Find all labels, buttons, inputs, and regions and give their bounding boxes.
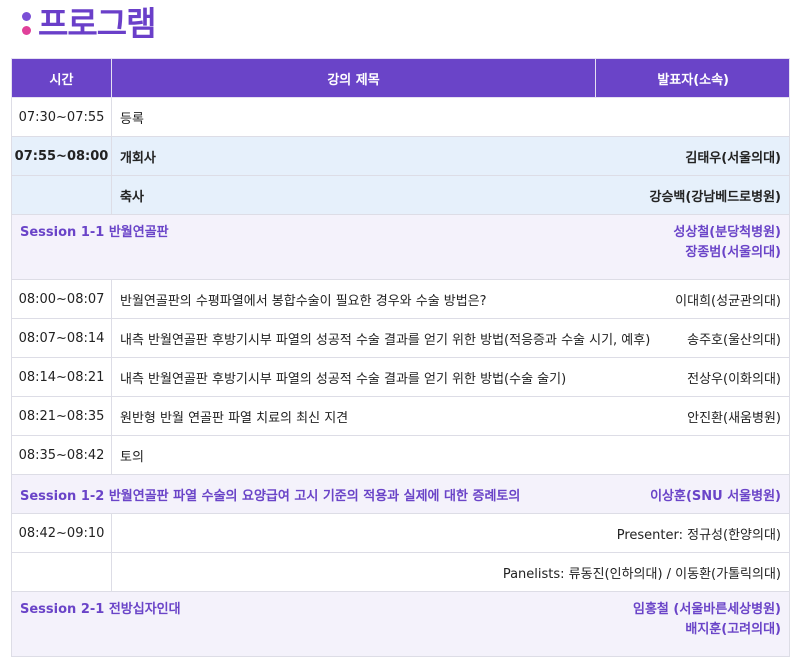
lecture-cell: 내측 반월연골판 후방기시부 파열의 성공적 수술 결과를 얻기 위한 방법(적… xyxy=(111,318,790,358)
table-row: 축사 강승백(강남베드로병원) xyxy=(11,175,790,215)
table-header-row: 시간 강의 제목 발표자(소속) xyxy=(11,58,790,98)
session-row: Session 1-1 반월연골판 성상철(분당척병원) 장종범(서울의대) xyxy=(11,214,790,280)
lecture-title: 내측 반월연골판 후방기시부 파열의 성공적 수술 결과를 얻기 위한 방법(적… xyxy=(120,332,651,348)
time-cell: 08:00~08:07 xyxy=(11,279,112,319)
table-row: 08:42~09:10 Presenter: 정규성(한양의대) xyxy=(11,513,790,553)
lecture-cell: 토의 xyxy=(111,435,790,475)
chair-name: 성상철(분당척병원) xyxy=(673,225,781,240)
table-row: 08:21~08:35 원반형 반월 연골판 파열 치료의 최신 지견 안진환(… xyxy=(11,396,790,436)
page-title: 프로그램 xyxy=(38,4,156,43)
speaker-name: 전상우(이화의대) xyxy=(687,371,781,387)
session-cell: Session 2-1 전방십자인대 임홍철 (서울바른세상병원) 배지훈(고려… xyxy=(11,591,790,657)
purple-dot-icon xyxy=(22,12,31,21)
time-cell: 08:42~09:10 xyxy=(11,513,112,553)
lecture-cell: 반월연골판의 수평파열에서 봉합수술이 필요한 경우와 수술 방법은? 이대희(… xyxy=(111,279,790,319)
table-row: 08:00~08:07 반월연골판의 수평파열에서 봉합수술이 필요한 경우와 … xyxy=(11,279,790,319)
header-time: 시간 xyxy=(11,58,112,98)
chair-name: 배지훈(고려의대) xyxy=(685,622,781,637)
session-chairs: 성상철(분당척병원) 장종범(서울의대) xyxy=(665,223,781,263)
speaker-name: 김태우(서울의대) xyxy=(685,150,781,166)
time-cell xyxy=(11,175,112,215)
header-speaker: 발표자(소속) xyxy=(595,58,790,98)
time-cell: 08:21~08:35 xyxy=(11,396,112,436)
lecture-cell: 축사 강승백(강남베드로병원) xyxy=(111,175,790,215)
lecture-cell: 등록 xyxy=(111,97,790,137)
chair-name: 장종범(서울의대) xyxy=(685,245,781,260)
session-title: Session 1-1 반월연골판 xyxy=(20,225,169,240)
time-cell: 08:07~08:14 xyxy=(11,318,112,358)
table-row: 08:35~08:42 토의 xyxy=(11,435,790,475)
session-title: Session 2-1 전방십자인대 xyxy=(20,602,181,617)
speaker-name: 강승백(강남베드로병원) xyxy=(649,189,781,205)
time-cell: 08:35~08:42 xyxy=(11,435,112,475)
session-title: Session 1-2 반월연골판 파열 수술의 요양급여 고시 기준의 적용과… xyxy=(20,488,521,504)
lecture-title: 축사 xyxy=(120,189,144,205)
page-heading: 프로그램 xyxy=(0,0,800,58)
header-lecture: 강의 제목 xyxy=(111,58,596,98)
time-cell: 08:14~08:21 xyxy=(11,357,112,397)
program-table: 시간 강의 제목 발표자(소속) 07:30~07:55 등록 07:55~08… xyxy=(11,58,790,657)
session-cell: Session 1-2 반월연골판 파열 수술의 요양급여 고시 기준의 적용과… xyxy=(11,474,790,514)
lecture-cell: 내측 반월연골판 후방기시부 파열의 성공적 수술 결과를 얻기 위한 방법(수… xyxy=(111,357,790,397)
time-cell xyxy=(11,552,112,592)
lecture-title: 등록 xyxy=(120,111,144,127)
lecture-title: 내측 반월연골판 후방기시부 파열의 성공적 수술 결과를 얻기 위한 방법(수… xyxy=(120,371,567,387)
lecture-cell: 개회사 김태우(서울의대) xyxy=(111,136,790,176)
lecture-title: 반월연골판의 수평파열에서 봉합수술이 필요한 경우와 수술 방법은? xyxy=(120,293,487,309)
bullet-dots-icon xyxy=(20,12,34,42)
session-row: Session 1-2 반월연골판 파열 수술의 요양급여 고시 기준의 적용과… xyxy=(11,474,790,514)
speaker-cell: Panelists: 류동진(인하의대) / 이동환(가톨릭의대) xyxy=(111,552,790,592)
pink-dot-icon xyxy=(22,26,31,35)
table-row: 07:55~08:00 개회사 김태우(서울의대) xyxy=(11,136,790,176)
table-row: Panelists: 류동진(인하의대) / 이동환(가톨릭의대) xyxy=(11,552,790,592)
lecture-title: 원반형 반월 연골판 파열 치료의 최신 지견 xyxy=(120,410,349,426)
table-row: 07:30~07:55 등록 xyxy=(11,97,790,137)
chair-name: 임홍철 (서울바른세상병원) xyxy=(633,602,781,617)
speaker-name: 안진환(새움병원) xyxy=(687,410,781,426)
lecture-title: 개회사 xyxy=(120,150,156,166)
table-row: 08:14~08:21 내측 반월연골판 후방기시부 파열의 성공적 수술 결과… xyxy=(11,357,790,397)
time-cell: 07:30~07:55 xyxy=(11,97,112,137)
time-cell: 07:55~08:00 xyxy=(11,136,112,176)
session-row: Session 2-1 전방십자인대 임홍철 (서울바른세상병원) 배지훈(고려… xyxy=(11,591,790,657)
speaker-name: 송주호(울산의대) xyxy=(687,332,781,348)
table-row: 08:07~08:14 내측 반월연골판 후방기시부 파열의 성공적 수술 결과… xyxy=(11,318,790,358)
speaker-name: 이대희(성균관의대) xyxy=(675,293,781,309)
chair-name: 이상훈(SNU 서울병원) xyxy=(650,488,781,504)
session-chairs: 임홍철 (서울바른세상병원) 배지훈(고려의대) xyxy=(625,600,781,640)
speaker-cell: Presenter: 정규성(한양의대) xyxy=(111,513,790,553)
lecture-cell: 원반형 반월 연골판 파열 치료의 최신 지견 안진환(새움병원) xyxy=(111,396,790,436)
lecture-title: 토의 xyxy=(120,449,144,465)
session-cell: Session 1-1 반월연골판 성상철(분당척병원) 장종범(서울의대) xyxy=(11,214,790,280)
